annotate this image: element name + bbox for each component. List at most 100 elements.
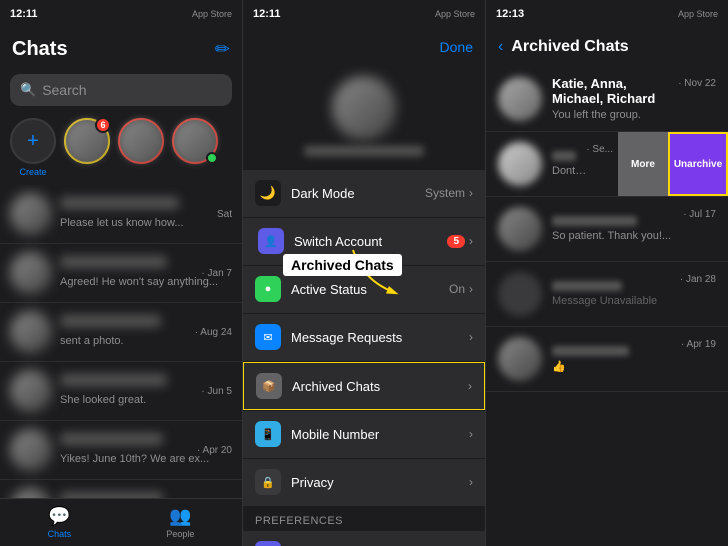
chats-tab-icon: 💬 [48, 506, 70, 527]
chat-info-5: Yikes! June 10th? We are ex... [60, 433, 189, 467]
settings-archived-chats[interactable]: 📦 Archived Chats › [243, 362, 485, 410]
chat-preview-4: She looked great. [60, 394, 146, 406]
unarchive-button-swipe[interactable]: Unarchive [668, 132, 728, 196]
dark-mode-chevron: › [469, 186, 473, 200]
chat-preview-5: Yikes! June 10th? We are ex... [60, 453, 209, 465]
tab-people[interactable]: 👥 People [166, 506, 194, 539]
active-status-icon: ● [255, 276, 281, 302]
notifications-icon: 🔔 [255, 541, 281, 546]
status-bar-archived: 12:13 App Store [486, 0, 728, 28]
chat-preview-1: Please let us know how... [60, 217, 184, 229]
archived-chat-preview-4: Message Unavailable [552, 295, 680, 307]
chat-item-4[interactable]: She looked great. · Jun 5 [0, 362, 242, 421]
story-2[interactable] [118, 118, 164, 177]
archived-chat-item-1[interactable]: Katie, Anna, Michael, Richard You left t… [486, 66, 728, 132]
archived-chat-name-5 [552, 346, 629, 356]
chat-item-6[interactable]: Same to you! We are having... · Apr 12 [0, 480, 242, 498]
app-store-label-archived: App Store [678, 9, 718, 19]
archived-chat-info-1: Katie, Anna, Michael, Richard You left t… [552, 76, 678, 121]
chat-time-3: · Aug 24 [195, 327, 232, 338]
settings-nav: Done [243, 28, 485, 66]
done-button[interactable]: Done [440, 39, 473, 55]
story-1-avatar: 6 [64, 118, 110, 164]
chat-info-2: Agreed! He won't say anything... [60, 256, 193, 290]
settings-list: 🌙 Dark Mode System › 👤 Switch Account 5 … [243, 170, 485, 546]
archived-chat-info-3: So patient. Thank you!... [552, 216, 683, 242]
chat-item-2[interactable]: Agreed! He won't say anything... · Jan 7 [0, 244, 242, 303]
chat-avatar-4 [10, 370, 52, 412]
switch-account-badge: 5 [447, 235, 465, 248]
story-1[interactable]: 6 [64, 118, 110, 177]
archived-chat-item-2[interactable]: Dont spoil that precious baby... · Se...… [486, 132, 728, 197]
settings-mobile-number[interactable]: 📱 Mobile Number › [243, 411, 485, 458]
message-requests-chevron: › [469, 330, 473, 344]
time-chats: 12:11 [10, 8, 38, 20]
dark-mode-value: System [425, 186, 465, 200]
back-button[interactable]: ‹ [498, 38, 503, 56]
settings-message-requests[interactable]: ✉ Message Requests › [243, 314, 485, 361]
settings-notifications[interactable]: 🔔 Notifications & Sounds Off › [243, 531, 485, 546]
privacy-icon: 🔒 [255, 469, 281, 495]
archived-chat-item-5[interactable]: 👍 · Apr 19 [486, 327, 728, 392]
profile-name [304, 146, 424, 156]
app-store-label-settings: App Store [435, 9, 475, 19]
settings-privacy[interactable]: 🔒 Privacy › [243, 459, 485, 506]
story-3-avatar [172, 118, 218, 164]
archived-chat-time-3: · Jul 17 [683, 209, 716, 220]
panel-archived: 12:13 App Store ‹ Archived Chats Katie, … [486, 0, 728, 546]
compose-icon[interactable]: ✏ [215, 39, 230, 60]
story-3[interactable] [172, 118, 218, 177]
archived-title: Archived Chats [511, 38, 628, 56]
archived-avatar-5 [498, 337, 542, 381]
archived-chat-name-3 [552, 216, 637, 226]
mobile-number-label: Mobile Number [291, 427, 469, 442]
archived-avatar-4 [498, 272, 542, 316]
people-tab-icon: 👥 [169, 506, 191, 527]
switch-account-icon: 👤 [258, 228, 284, 254]
swipe-actions-2: More Unarchive [618, 132, 728, 196]
tab-chats[interactable]: 💬 Chats [48, 506, 72, 539]
story-create[interactable]: + Create [10, 118, 56, 177]
more-button[interactable]: More [618, 132, 668, 196]
switch-account-chevron: › [469, 234, 473, 248]
chat-item-1[interactable]: Please let us know how... Sat [0, 185, 242, 244]
archived-chat-name-2 [552, 151, 576, 161]
settings-dark-mode[interactable]: 🌙 Dark Mode System › [243, 170, 485, 217]
chat-time-2: · Jan 7 [201, 268, 232, 279]
archived-chat-item-4[interactable]: Message Unavailable · Jan 28 [486, 262, 728, 327]
chat-name-1 [60, 197, 179, 209]
archived-chat-preview-2: Dont spoil that precious baby... [552, 165, 586, 177]
active-status-value: On [449, 282, 465, 296]
mobile-number-chevron: › [469, 427, 473, 441]
chat-item-5[interactable]: Yikes! June 10th? We are ex... · Apr 20 [0, 421, 242, 480]
profile-avatar [332, 76, 396, 140]
archived-avatar-3 [498, 207, 542, 251]
archived-chat-preview-1: You left the group. [552, 109, 678, 121]
chat-info-3: sent a photo. [60, 315, 187, 349]
archived-nav: ‹ Archived Chats [486, 28, 728, 66]
chat-name-5 [60, 433, 163, 445]
archived-avatar-1 [498, 77, 542, 121]
chats-nav-bar: Chats ✏ [0, 28, 242, 70]
status-icons-chats: App Store [192, 9, 232, 19]
chats-title: Chats [12, 38, 68, 61]
settings-active-status[interactable]: ● Active Status On › [243, 266, 485, 313]
stories-row: + Create 6 [0, 110, 242, 185]
chat-item-3[interactable]: sent a photo. · Aug 24 [0, 303, 242, 362]
chat-name-3 [60, 315, 161, 327]
archived-chats-label: Archived Chats [292, 379, 468, 394]
story-1-badge: 6 [95, 117, 111, 133]
search-placeholder: Search [42, 82, 86, 98]
privacy-label: Privacy [291, 475, 469, 490]
archived-chat-time-2: · Se... [586, 144, 613, 155]
search-bar[interactable]: 🔍 Search [10, 74, 232, 106]
archived-chat-info-4: Message Unavailable [552, 281, 680, 307]
settings-switch-account[interactable]: 👤 Switch Account 5 › [243, 218, 485, 265]
chat-preview-2: Agreed! He won't say anything... [60, 276, 218, 288]
chat-avatar-5 [10, 429, 52, 471]
story-create-label: Create [19, 167, 46, 177]
panel-chats: 12:11 App Store Chats ✏ 🔍 Search + Creat… [0, 0, 243, 546]
archived-chat-name-1: Katie, Anna, Michael, Richard [552, 76, 678, 106]
story-2-avatar [118, 118, 164, 164]
archived-chat-item-3[interactable]: So patient. Thank you!... · Jul 17 [486, 197, 728, 262]
